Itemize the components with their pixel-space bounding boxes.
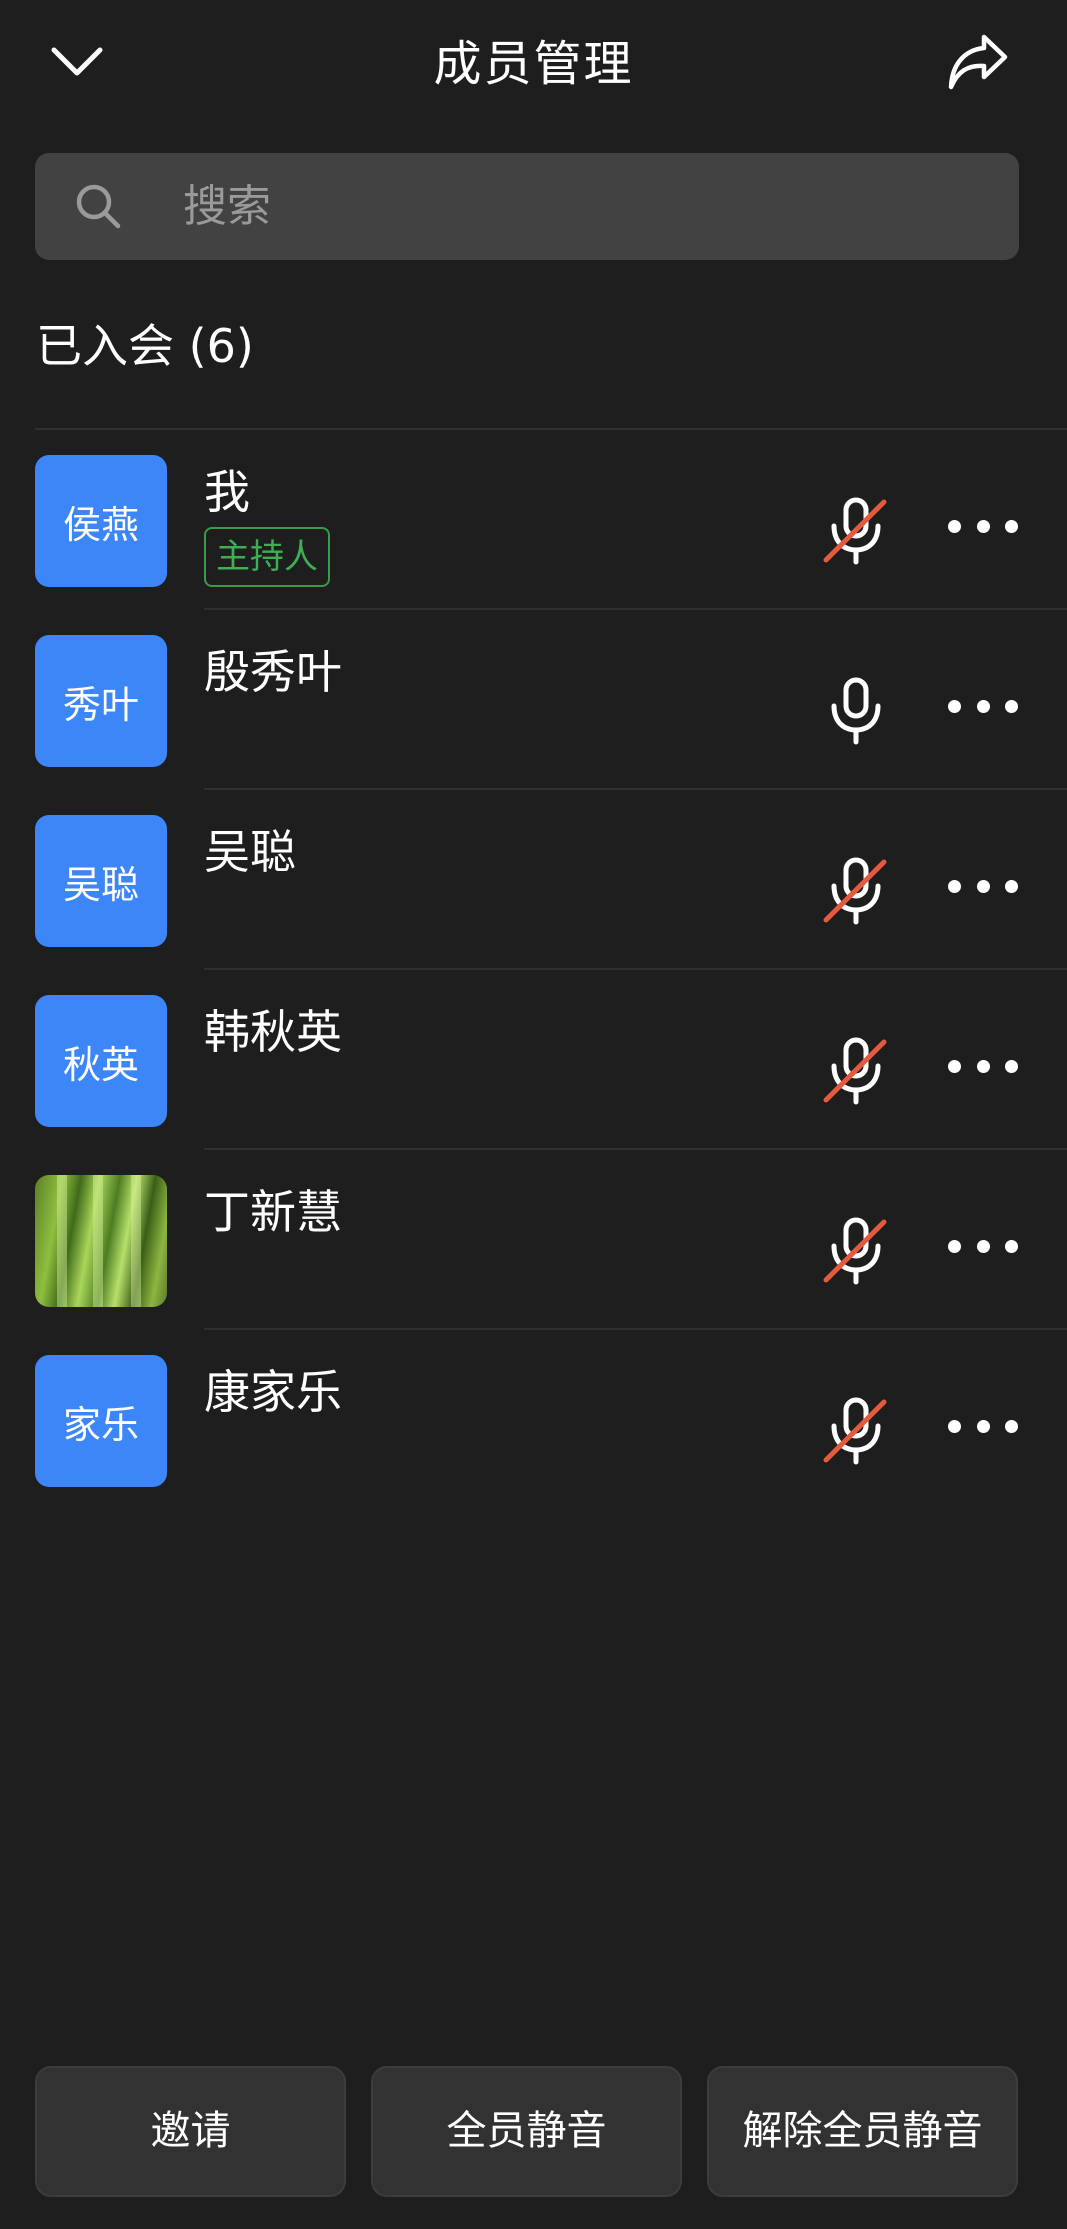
search-input[interactable]: 搜索 bbox=[183, 153, 271, 260]
avatar: 家乐 bbox=[35, 1355, 167, 1487]
avatar: 秀叶 bbox=[35, 635, 167, 767]
more-options-button[interactable] bbox=[948, 508, 1018, 544]
plant-blade bbox=[93, 1175, 103, 1307]
member-row[interactable]: 家乐 康家乐 bbox=[0, 1330, 1067, 1510]
invite-button[interactable]: 邀请 bbox=[35, 2066, 346, 2197]
member-list: 侯燕 我 主持人 秀叶 殷秀叶 吴聪 吴聪 秋英 韩秋英 丁新慧 家乐 康家乐 bbox=[0, 430, 1067, 1510]
mic-muted-icon[interactable] bbox=[822, 1036, 890, 1106]
member-name: 康家乐 bbox=[204, 1365, 342, 1419]
dot bbox=[948, 879, 961, 893]
search-icon bbox=[76, 184, 121, 229]
header: 成员管理 bbox=[0, 0, 1067, 130]
dot bbox=[976, 699, 990, 713]
member-row[interactable]: 秀叶 殷秀叶 bbox=[0, 610, 1067, 790]
more-options-button[interactable] bbox=[948, 1048, 1018, 1084]
mic-muted-icon[interactable] bbox=[822, 496, 890, 566]
dot bbox=[976, 1059, 990, 1073]
dot bbox=[1005, 879, 1018, 893]
dot bbox=[976, 879, 990, 893]
plant-blade bbox=[57, 1175, 67, 1307]
member-name: 殷秀叶 bbox=[204, 645, 342, 699]
share-arrow-icon bbox=[948, 34, 1008, 90]
dot bbox=[976, 1419, 990, 1433]
dot bbox=[1005, 1239, 1018, 1253]
member-name: 我 bbox=[204, 465, 250, 519]
mic-on-icon[interactable] bbox=[822, 676, 890, 746]
member-row[interactable]: 吴聪 吴聪 bbox=[0, 790, 1067, 970]
dot bbox=[948, 519, 961, 533]
mic-muted-icon[interactable] bbox=[822, 856, 890, 926]
member-name: 韩秋英 bbox=[204, 1005, 342, 1059]
mic-muted-icon[interactable] bbox=[822, 1396, 890, 1466]
dot bbox=[1005, 699, 1018, 713]
member-row[interactable]: 侯燕 我 主持人 bbox=[0, 430, 1067, 610]
avatar: 吴聪 bbox=[35, 815, 167, 947]
search-bar[interactable]: 搜索 bbox=[35, 153, 1019, 260]
dot bbox=[976, 519, 990, 533]
dot bbox=[948, 1419, 961, 1433]
joined-section-label: 已入会 (6) bbox=[36, 319, 254, 373]
more-options-button[interactable] bbox=[948, 868, 1018, 904]
member-management-screen: 成员管理 搜索 已入会 (6) 侯燕 我 主持人 秀叶 殷秀叶 吴聪 吴聪 秋英… bbox=[0, 0, 1067, 2229]
member-row[interactable]: 丁新慧 bbox=[0, 1150, 1067, 1330]
more-options-button[interactable] bbox=[948, 688, 1018, 724]
dot bbox=[1005, 519, 1018, 533]
avatar: 侯燕 bbox=[35, 455, 167, 587]
mic-muted-icon[interactable] bbox=[822, 1216, 890, 1286]
dot bbox=[948, 699, 961, 713]
dot bbox=[948, 1239, 961, 1253]
dot bbox=[1005, 1419, 1018, 1433]
avatar-photo bbox=[35, 1175, 167, 1307]
mute-all-button[interactable]: 全员静音 bbox=[371, 2066, 682, 2197]
dot bbox=[976, 1239, 990, 1253]
unmute-all-button[interactable]: 解除全员静音 bbox=[707, 2066, 1018, 2197]
more-options-button[interactable] bbox=[948, 1408, 1018, 1444]
more-options-button[interactable] bbox=[948, 1228, 1018, 1264]
member-name: 丁新慧 bbox=[204, 1185, 342, 1239]
dot bbox=[1005, 1059, 1018, 1073]
plant-blade bbox=[131, 1175, 141, 1307]
share-button[interactable] bbox=[938, 26, 1018, 98]
page-title: 成员管理 bbox=[433, 36, 634, 92]
host-badge: 主持人 bbox=[204, 527, 330, 587]
bottom-action-bar: 邀请 全员静音 解除全员静音 bbox=[0, 2066, 1067, 2200]
member-name: 吴聪 bbox=[204, 825, 296, 879]
dot bbox=[948, 1059, 961, 1073]
member-row[interactable]: 秋英 韩秋英 bbox=[0, 970, 1067, 1150]
avatar: 秋英 bbox=[35, 995, 167, 1127]
